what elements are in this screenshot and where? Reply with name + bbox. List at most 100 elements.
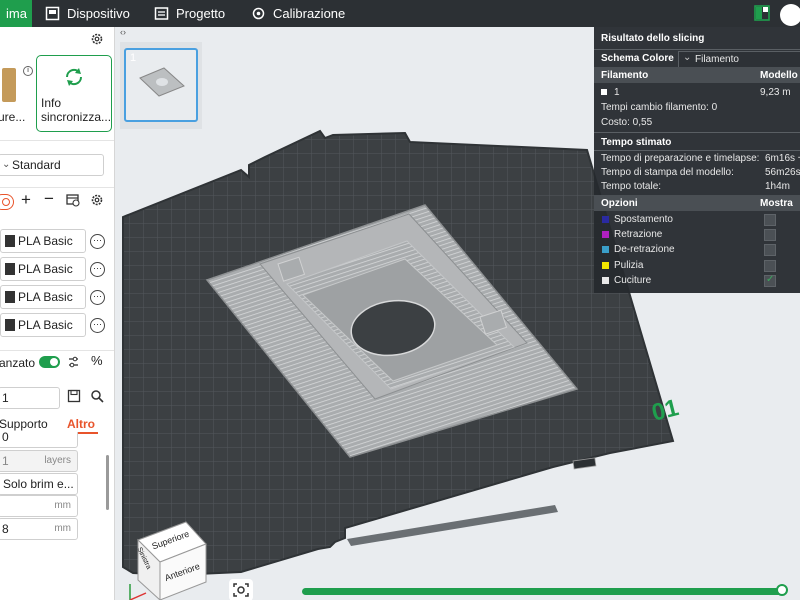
- printer-image: [2, 68, 16, 102]
- column-filament: Filamento: [601, 70, 649, 81]
- legend-swatch: [602, 246, 609, 253]
- filament-change-time: Tempi cambio filamento: 0: [601, 102, 718, 113]
- setting-value: 8: [2, 522, 9, 536]
- filament-name: PLA Basic: [18, 318, 73, 332]
- show-checkbox[interactable]: [764, 260, 776, 272]
- filament-color-swatch: [601, 89, 607, 95]
- plate-thumbnail[interactable]: 1: [124, 48, 198, 122]
- setting-value: 1: [2, 454, 9, 468]
- setting-field[interactable]: 8 mm: [0, 518, 78, 540]
- divider: [0, 140, 114, 141]
- sync-icon: [65, 68, 83, 86]
- chevron-down-icon: ⌄: [2, 159, 11, 170]
- printer-name: ure...: [0, 110, 26, 124]
- show-checkbox[interactable]: [764, 214, 776, 226]
- plate-type-select[interactable]: ⌄ Standard: [0, 154, 104, 176]
- tab-support[interactable]: Supporto: [0, 417, 48, 431]
- option-label: Spostamento: [614, 214, 673, 225]
- setting-unit: layers: [44, 455, 71, 466]
- layer-slider-track[interactable]: [302, 588, 786, 595]
- panel-title: Risultato dello slicing: [601, 33, 705, 44]
- option-label: De-retrazione: [614, 244, 675, 255]
- filament-list: PLA Basic ··· PLA Basic ··· PLA Basic ··…: [0, 229, 114, 349]
- tab-project[interactable]: Progetto: [154, 0, 234, 27]
- layout-icon[interactable]: [754, 4, 770, 22]
- setting-field[interactable]: 1 layers: [0, 450, 78, 472]
- camera-focus-button[interactable]: [229, 579, 253, 600]
- gear-icon[interactable]: [90, 32, 104, 46]
- scrollbar[interactable]: [106, 455, 109, 510]
- time-value: 56m26s: [765, 167, 800, 178]
- more-options-icon[interactable]: ···: [90, 290, 105, 305]
- printer-card[interactable]: i ure...: [0, 54, 33, 131]
- sliders-icon[interactable]: [67, 355, 80, 369]
- tab-calibration[interactable]: Calibrazione: [251, 0, 351, 27]
- info-icon[interactable]: i: [23, 66, 33, 76]
- option-label: Pulizia: [614, 260, 644, 271]
- filament-settings-icon[interactable]: [90, 193, 104, 207]
- show-header: Mostra: [760, 198, 793, 209]
- filament-item[interactable]: PLA Basic: [0, 313, 86, 337]
- collapse-icon[interactable]: ‹›: [115, 27, 131, 42]
- plate-type-value: Standard: [12, 158, 61, 172]
- show-checkbox-checked[interactable]: ✓: [764, 274, 776, 287]
- remove-filament-button[interactable]: −: [44, 189, 54, 209]
- sync-label-line1: Info: [41, 96, 62, 110]
- plate-thumbnail-image: [139, 67, 185, 97]
- add-filament-button[interactable]: +: [21, 190, 31, 210]
- filament-index: 1: [614, 87, 620, 98]
- time-label: Tempo di stampa del modello:: [601, 167, 734, 178]
- advanced-toggle[interactable]: [39, 356, 60, 368]
- advanced-label: anzato: [0, 356, 36, 370]
- setting-unit: mm: [54, 500, 71, 511]
- user-avatar[interactable]: [780, 4, 800, 26]
- time-value: 1h4m: [765, 181, 791, 192]
- more-options-icon[interactable]: ···: [90, 262, 105, 277]
- filament-item[interactable]: PLA Basic: [0, 229, 86, 253]
- color-scheme-select[interactable]: ⌄ Filamento: [678, 51, 800, 68]
- layer-slider-handle[interactable]: [776, 584, 788, 596]
- setting-field[interactable]: Solo brim e...: [0, 473, 78, 495]
- percent-icon[interactable]: %: [91, 353, 103, 368]
- view-cube-shape: [129, 521, 207, 600]
- legend-swatch: [602, 277, 609, 284]
- show-checkbox[interactable]: [764, 229, 776, 241]
- tab-device[interactable]: Dispositivo: [45, 0, 135, 27]
- divider: [594, 150, 800, 151]
- more-options-icon[interactable]: ···: [90, 318, 105, 333]
- chevron-down-icon: ⌄: [683, 52, 692, 63]
- top-bar: ima Dispositivo Progetto Calibrazione: [0, 0, 800, 27]
- column-model: Modello: [760, 70, 798, 81]
- view-cube[interactable]: Superiore Anteriore Sinistra: [124, 520, 209, 600]
- calibration-icon: [252, 7, 265, 20]
- show-checkbox[interactable]: [764, 244, 776, 256]
- filament-item[interactable]: PLA Basic: [0, 285, 86, 309]
- filament-edit-icon[interactable]: [66, 193, 80, 207]
- filament-color-swatch: [5, 235, 15, 247]
- option-label: Retrazione: [614, 229, 663, 240]
- filament-name: PLA Basic: [18, 262, 73, 276]
- time-label: Tempo di preparazione e timelapse:: [601, 153, 760, 164]
- setting-field[interactable]: 0: [0, 432, 78, 448]
- tab-other[interactable]: Altro: [67, 417, 95, 431]
- filament-toggle[interactable]: [0, 194, 14, 210]
- time-label: Tempo totale:: [601, 181, 662, 192]
- process-select[interactable]: 1: [0, 387, 60, 409]
- time-value: 6m16s +: [765, 153, 800, 164]
- sync-info-card[interactable]: Info sincronizza...: [36, 55, 112, 132]
- divider: [0, 350, 114, 351]
- setting-field[interactable]: mm: [0, 495, 78, 517]
- legend-swatch: [602, 262, 609, 269]
- filament-name: PLA Basic: [18, 234, 73, 248]
- setting-value: 0: [2, 432, 9, 444]
- settings-list: 0 1 layers Solo brim e... mm 8 mm: [0, 432, 78, 597]
- divider: [594, 132, 800, 133]
- save-icon[interactable]: [67, 389, 81, 403]
- more-options-icon[interactable]: ···: [90, 234, 105, 249]
- filament-item[interactable]: PLA Basic: [0, 257, 86, 281]
- filament-length: 9,23 m: [760, 87, 791, 98]
- tab-prepare[interactable]: ima: [0, 0, 32, 27]
- search-icon[interactable]: [90, 389, 104, 403]
- setting-unit: mm: [54, 523, 71, 534]
- sync-label-line2: sincronizza...: [41, 110, 112, 124]
